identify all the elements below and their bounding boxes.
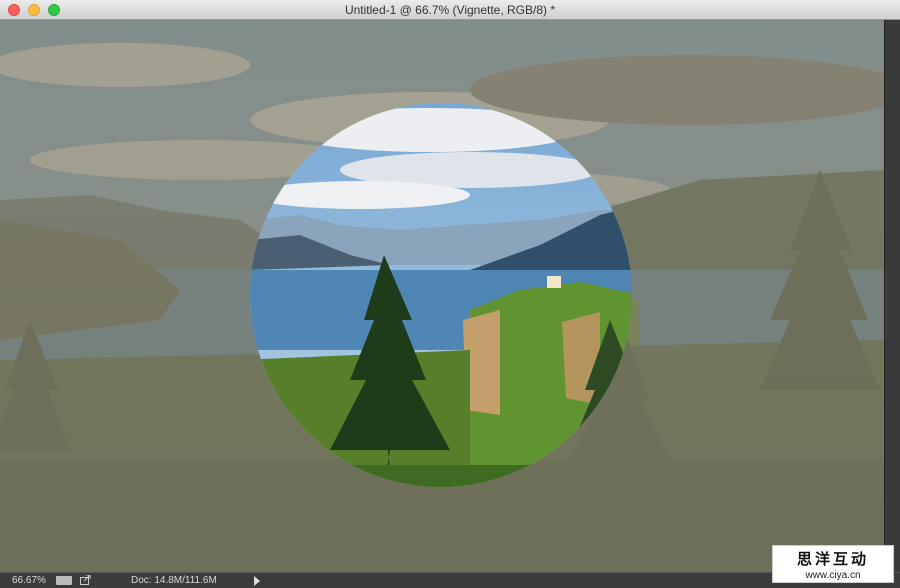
document-size: Doc: 14.8M/111.6M	[131, 575, 217, 586]
status-bar: 66.67% Doc: 14.8M/111.6M	[0, 572, 900, 588]
zoom-level[interactable]: 66.67%	[12, 575, 46, 586]
watermark-chinese-text: 思洋互动	[796, 551, 869, 568]
watermark-logo: 思洋互动 www.ciya.cn	[772, 545, 894, 583]
share-icon[interactable]	[80, 574, 91, 585]
document-title: Untitled-1 @ 66.7% (Vignette, RGB/8) *	[344, 3, 556, 17]
vertical-scrollbar[interactable]	[884, 20, 900, 572]
status-menu-arrow-icon[interactable]	[254, 576, 260, 586]
document-canvas[interactable]	[0, 20, 884, 572]
watermark-url: www.ciya.cn	[805, 570, 861, 581]
vignette-image	[0, 20, 884, 572]
camera-icon[interactable]	[56, 576, 72, 585]
window-titlebar: Untitled-1 @ 66.7% (Vignette, RGB/8) *	[0, 0, 900, 20]
